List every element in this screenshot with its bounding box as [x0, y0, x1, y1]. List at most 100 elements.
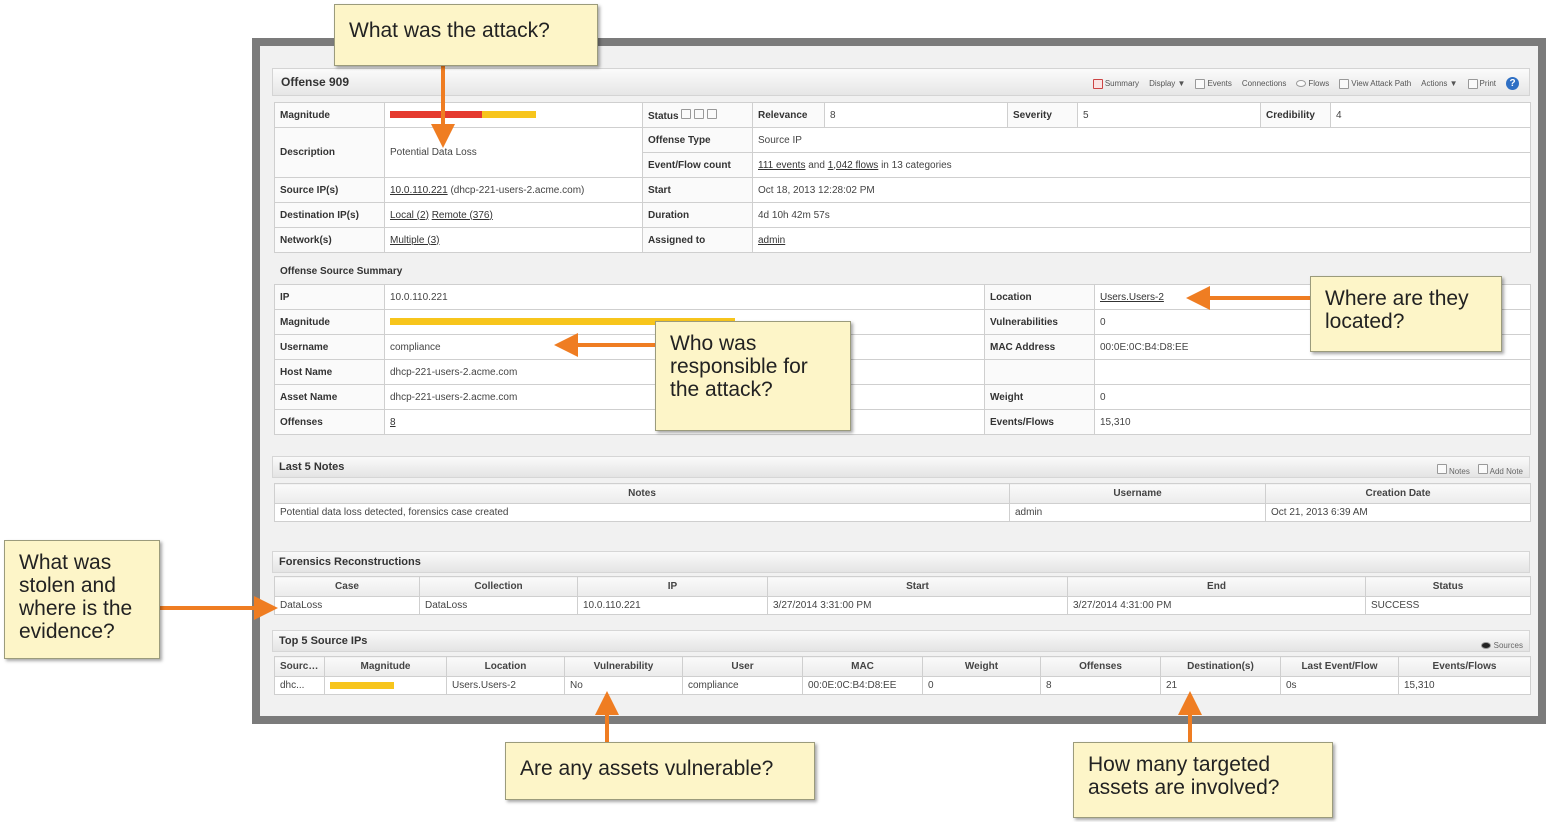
notes-button[interactable]: Notes [1436, 462, 1470, 482]
networks-label: Network(s) [274, 227, 385, 253]
table-row[interactable]: Potential data loss detected, forensics … [274, 503, 1531, 522]
note-text: Potential data loss detected, forensics … [274, 503, 1010, 522]
stolen-callout: What was stolen and where is the evidenc… [4, 540, 160, 659]
offenses-col-header[interactable]: Offenses [1040, 656, 1161, 677]
case-cell: DataLoss [274, 596, 420, 615]
magnitude-col-header[interactable]: Magnitude [324, 656, 447, 677]
table-row[interactable]: dhc... Users.Users-2 No compliance 00:0E… [274, 676, 1531, 695]
ip-col-header[interactable]: IP [577, 576, 768, 597]
dest-remote-link[interactable]: Remote (376) [432, 210, 493, 221]
top-magnitude-fill [330, 681, 394, 689]
last-event-col-header[interactable]: Last Event/Flow [1280, 656, 1399, 677]
lock-icon[interactable] [706, 108, 717, 119]
mac-cell: 00:0E:0C:B4:D8:EE [802, 676, 923, 695]
events-flows-cell: 15,310 [1398, 676, 1531, 695]
events-icon [1195, 78, 1206, 89]
assetname-label: Asset Name [274, 384, 385, 410]
location-label: Location [984, 284, 1095, 310]
source-cell: dhc... [274, 676, 325, 695]
status-label: Status [642, 102, 753, 128]
weight-value: 0 [1094, 384, 1531, 410]
notes-table: Notes Username Creation Date Potential d… [274, 483, 1531, 522]
vulnerability-cell: No [564, 676, 683, 695]
start-value: Oct 18, 2013 12:28:02 PM [752, 177, 1531, 203]
note-icon[interactable] [694, 108, 705, 119]
sources-button[interactable]: Sources [1481, 636, 1523, 656]
event-count-value: 111 events and 1,042 flows in 13 categor… [752, 152, 1531, 178]
mac-col-header[interactable]: MAC [802, 656, 923, 677]
source-ip-link[interactable]: 10.0.110.221 [390, 185, 448, 196]
help-icon[interactable]: ? [1506, 77, 1519, 90]
location-callout: Where are they located? [1310, 276, 1502, 352]
dest-ip-label: Destination IP(s) [274, 202, 385, 228]
description-label: Description [274, 127, 385, 178]
notes-header: Last 5 Notes Notes Add Note [272, 456, 1530, 478]
relevance-value: 8 [824, 102, 1008, 128]
case-col-header[interactable]: Case [274, 576, 420, 597]
user-col-header[interactable]: User [682, 656, 803, 677]
weight-col-header[interactable]: Weight [922, 656, 1041, 677]
networks-value: Multiple (3) [384, 227, 643, 253]
severity-label: Severity [1007, 102, 1078, 128]
status-icon[interactable] [681, 108, 692, 119]
destinations-col-header[interactable]: Destination(s) [1160, 656, 1281, 677]
user-cell: compliance [682, 676, 803, 695]
vulnerability-col-header[interactable]: Vulnerability [564, 656, 683, 677]
collection-col-header[interactable]: Collection [419, 576, 578, 597]
offenses-link[interactable]: 8 [390, 417, 396, 428]
username-col-header[interactable]: Username [1009, 483, 1266, 504]
top-sources-title: Top 5 Source IPs [279, 635, 368, 647]
add-note-icon [1477, 464, 1488, 474]
src-ip-label: IP [274, 284, 385, 310]
username-label: Username [274, 334, 385, 360]
vulnerabilities-label: Vulnerabilities [984, 309, 1095, 335]
start-col-header[interactable]: Start [767, 576, 1068, 597]
flows-button[interactable]: Flows [1296, 79, 1329, 88]
magnitude-cell [324, 676, 447, 695]
magnitude-bar-red [390, 111, 482, 119]
connections-button[interactable]: Connections [1242, 79, 1286, 88]
src-ip-value: 10.0.110.221 [384, 284, 985, 310]
actions-menu[interactable]: Actions ▼ [1421, 79, 1457, 88]
mac-label: MAC Address [984, 334, 1095, 360]
note-username: admin [1009, 503, 1266, 522]
empty-value [1094, 359, 1531, 385]
sources-icon [1481, 642, 1492, 650]
flows-link[interactable]: 1,042 flows [828, 160, 879, 171]
ip-cell: 10.0.110.221 [577, 596, 768, 615]
offense-title: Offense 909 [281, 75, 350, 89]
offense-screen: Offense 909 Summary Display ▼ Events Con… [260, 46, 1538, 716]
source-ip-value: 10.0.110.221 (dhcp-221-users-2.acme.com) [384, 177, 643, 203]
top-sources-table: Source IP Magnitude Location Vulnerabili… [274, 656, 1531, 695]
notes-tools: Notes Add Note [1436, 462, 1523, 482]
status-col-header[interactable]: Status [1365, 576, 1531, 597]
creation-col-header[interactable]: Creation Date [1265, 483, 1531, 504]
source-col-header[interactable]: Source IP [274, 656, 325, 677]
offenses-cell: 8 [1040, 676, 1161, 695]
print-button[interactable]: Print [1467, 78, 1496, 89]
location-link[interactable]: Users.Users-2 [1100, 292, 1164, 303]
add-note-button[interactable]: Add Note [1477, 462, 1523, 482]
top-sources-tools: Sources [1481, 636, 1523, 656]
event-count-label: Event/Flow count [642, 152, 753, 178]
attack-path-button[interactable]: View Attack Path [1339, 78, 1411, 89]
source-summary-title: Offense Source Summary [280, 266, 403, 277]
targeted-callout: How many targeted assets are involved? [1073, 742, 1333, 818]
events-link[interactable]: 111 events [758, 160, 805, 171]
events-button[interactable]: Events [1195, 78, 1232, 89]
dest-local-link[interactable]: Local (2) [390, 210, 429, 221]
end-col-header[interactable]: End [1067, 576, 1366, 597]
offense-type-value: Source IP [752, 127, 1531, 153]
print-icon [1467, 78, 1478, 89]
summary-button[interactable]: Summary [1092, 78, 1139, 89]
hostname-label: Host Name [274, 359, 385, 385]
notes-col-header[interactable]: Notes [274, 483, 1010, 504]
location-col-header[interactable]: Location [446, 656, 565, 677]
display-menu[interactable]: Display ▼ [1149, 79, 1185, 88]
assigned-link[interactable]: admin [758, 235, 785, 246]
networks-link[interactable]: Multiple (3) [390, 235, 439, 246]
magnitude-bar-yellow [482, 111, 536, 119]
table-row[interactable]: DataLoss DataLoss 10.0.110.221 3/27/2014… [274, 596, 1531, 615]
last-event-cell: 0s [1280, 676, 1399, 695]
events-flows-col-header[interactable]: Events/Flows [1398, 656, 1531, 677]
